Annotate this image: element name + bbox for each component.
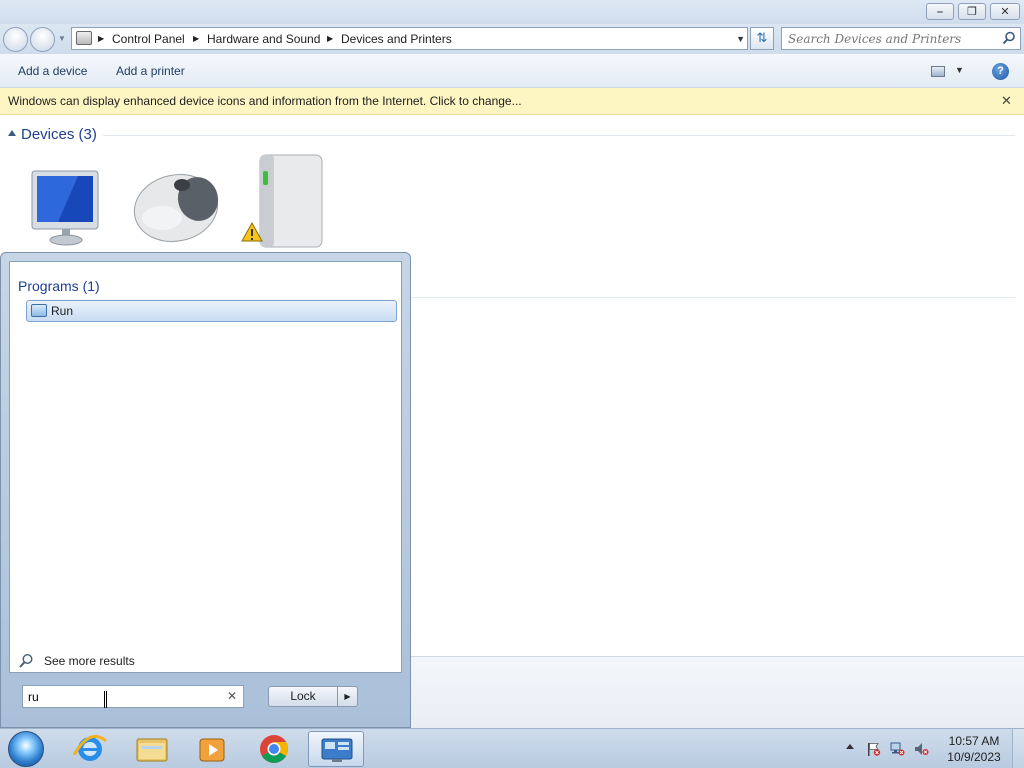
device-warning-icon [240, 223, 241, 224]
search-input[interactable] [788, 30, 998, 47]
start-button[interactable] [8, 731, 44, 767]
address-row: ▼ ▶ Control Panel ▶ Hardware and Sound ▶… [0, 24, 1024, 54]
recent-pages-chevron-icon[interactable]: ▼ [58, 34, 66, 43]
refresh-button[interactable]: ⇅ [750, 27, 774, 50]
device-item[interactable] [18, 153, 118, 253]
taskbar-devices-and-printers[interactable] [308, 731, 364, 767]
info-bar-text[interactable]: Windows can display enhanced device icon… [8, 94, 522, 108]
devices-group-title: Devices (3) [21, 126, 97, 143]
breadcrumb-devices-and-printers[interactable]: Devices and Printers [341, 31, 452, 47]
title-bar: ⎯ ❐ ✕ [0, 0, 1024, 24]
info-bar-close-icon[interactable]: ✕ [1001, 93, 1012, 109]
taskbar-media-player[interactable] [184, 731, 240, 767]
control-panel-icon [76, 31, 92, 45]
shutdown-options-arrow-icon[interactable]: ▶ [338, 686, 358, 707]
breadcrumb-control-panel[interactable]: Control Panel [112, 31, 185, 47]
close-button[interactable]: ✕ [990, 3, 1020, 20]
add-device-button[interactable]: Add a device [18, 64, 87, 78]
search-results-panel: Programs (1) Run See more results [9, 261, 402, 673]
search-icon[interactable] [1002, 31, 1016, 45]
address-bar[interactable]: ▶ Control Panel ▶ Hardware and Sound ▶ D… [71, 27, 748, 50]
external-drive-icon [241, 154, 323, 248]
restore-button[interactable]: ❐ [958, 3, 986, 20]
help-icon[interactable]: ? [992, 63, 1009, 80]
internet-explorer-icon [72, 734, 107, 761]
start-search-input[interactable] [28, 689, 218, 705]
action-center-flag-icon[interactable] [866, 742, 881, 756]
collapse-triangle-icon[interactable] [8, 130, 16, 136]
start-menu: Programs (1) Run See more results ✕ Lock… [0, 252, 411, 728]
change-view-icon[interactable] [931, 66, 945, 77]
search-box[interactable] [781, 27, 1021, 50]
media-player-icon [199, 738, 225, 762]
clock-time[interactable]: 10:57 AM [945, 734, 1003, 748]
address-dropdown-icon[interactable]: ▼ [736, 31, 745, 47]
breadcrumb-separator-icon[interactable]: ▶ [193, 31, 199, 47]
text-cursor-icon [104, 691, 107, 708]
network-icon[interactable] [890, 742, 905, 756]
forward-button[interactable] [30, 27, 55, 52]
minimize-button[interactable]: ⎯ [926, 3, 954, 20]
breadcrumb-separator-icon[interactable]: ▶ [98, 31, 104, 47]
breadcrumb-hardware-and-sound[interactable]: Hardware and Sound [207, 31, 320, 47]
see-more-results-label: See more results [44, 654, 135, 668]
taskbar-internet-explorer[interactable] [62, 731, 118, 767]
chrome-icon [260, 735, 288, 763]
group-divider [410, 297, 1015, 298]
clock-date[interactable]: 10/9/2023 [945, 750, 1003, 764]
view-options-chevron-icon[interactable]: ▼ [955, 65, 964, 75]
refresh-icon: ⇅ [756, 30, 768, 45]
magnifier-icon [19, 653, 33, 668]
taskbar-chrome[interactable] [246, 731, 302, 767]
monitor-icon [31, 170, 99, 246]
clear-search-icon[interactable]: ✕ [227, 689, 237, 703]
close-icon: ✕ [1000, 6, 1010, 18]
run-icon [31, 304, 47, 317]
info-bar[interactable]: Windows can display enhanced device icon… [0, 88, 1024, 115]
program-result-label: Run [51, 304, 74, 318]
group-divider [103, 135, 1015, 136]
add-printer-button[interactable]: Add a printer [116, 64, 185, 78]
lock-button[interactable]: Lock [268, 686, 338, 707]
back-button[interactable] [3, 27, 28, 52]
breadcrumb-separator-icon[interactable]: ▶ [327, 31, 333, 47]
show-desktop-button[interactable] [1012, 729, 1024, 768]
taskbar: 10:57 AM 10/9/2023 [0, 728, 1024, 768]
command-bar: Add a device Add a printer ▼ ? [0, 54, 1024, 88]
start-menu-bottom: ✕ Lock ▶ [9, 673, 402, 723]
start-search-box[interactable]: ✕ [22, 685, 244, 708]
taskbar-file-explorer[interactable] [124, 731, 180, 767]
show-hidden-icons-icon[interactable] [846, 744, 854, 749]
minimize-icon: ⎯ [937, 6, 943, 18]
devices-and-printers-icon [321, 738, 353, 762]
mouse-icon [133, 174, 219, 242]
file-explorer-icon [136, 738, 168, 762]
restore-icon: ❐ [967, 6, 977, 18]
volume-muted-icon[interactable] [914, 742, 929, 756]
program-result-run[interactable]: Run [26, 300, 397, 322]
device-item[interactable] [126, 153, 226, 253]
device-item[interactable] [238, 153, 338, 253]
programs-section-title: Programs (1) [18, 278, 100, 294]
